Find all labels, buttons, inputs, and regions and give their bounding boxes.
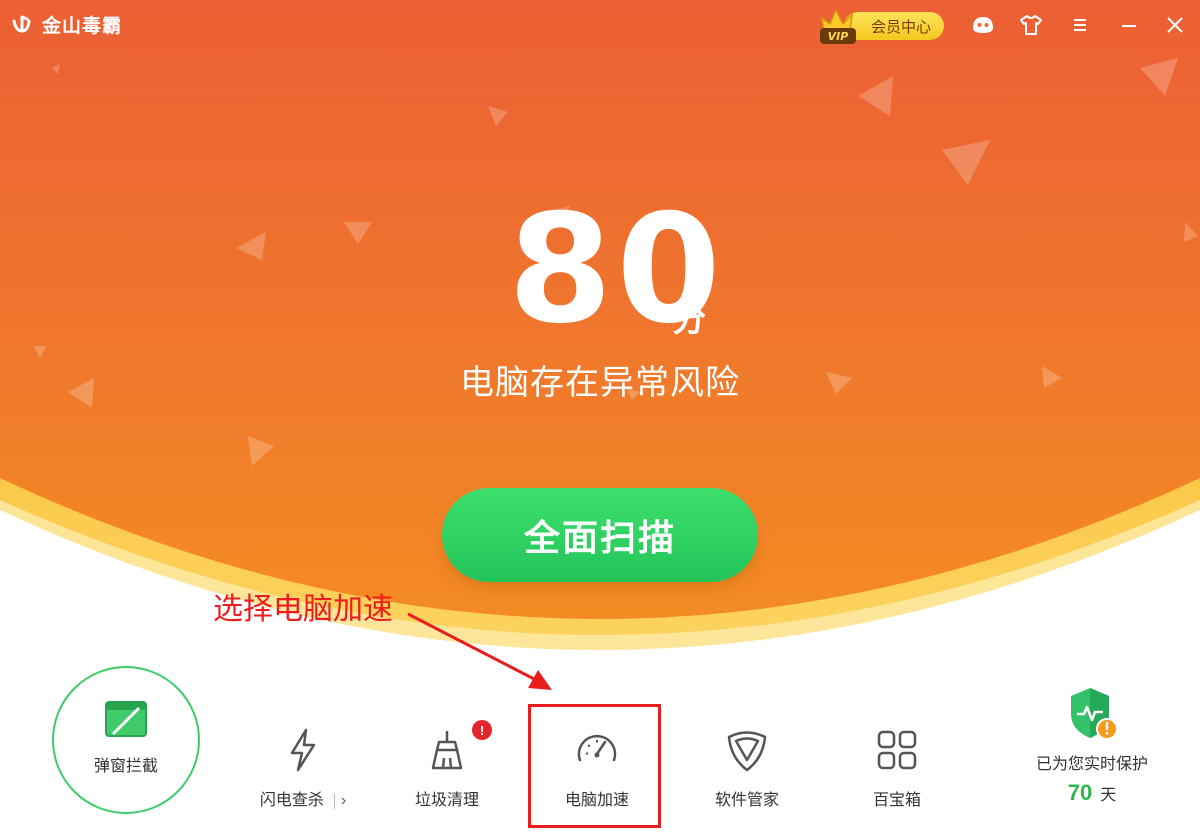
protection-days-unit: 天 [1100,787,1117,804]
annotation-text: 选择电脑加速 [213,593,393,626]
separator [333,792,335,809]
vip-crown-icon: VIP [820,8,856,44]
minimize-icon [1122,25,1136,27]
junk-clean-label: 垃圾清理 [414,792,479,809]
protection-days: 70 [1067,780,1093,805]
lightning-icon [290,728,316,772]
full-scan-button[interactable]: 全面扫描 [442,488,758,582]
robot-icon [973,17,993,33]
software-manager-shield-icon [727,731,767,772]
app-title: 金山毒霸 [42,16,123,37]
grid-icon [877,730,917,770]
pc-speedup-button[interactable]: 电脑加速 [542,726,652,816]
robot-button[interactable] [970,12,996,38]
skin-button[interactable] [1018,12,1044,38]
popup-block-button[interactable]: 弹窗拦截 [52,666,200,814]
risk-status-text: 电脑存在异常风险 [460,364,740,402]
score-unit: 分 [672,301,706,339]
tshirt-icon [1020,15,1042,35]
chevron-right-icon[interactable]: › [341,792,346,809]
pc-speedup-label: 电脑加速 [564,792,629,809]
flash-scan-button[interactable]: 闪电查杀 › [248,726,358,816]
protection-text: 已为您实时保护 [1035,756,1148,773]
protection-status[interactable]: 已为您实时保护 70 天 [1022,686,1162,806]
vip-center-button[interactable]: 会员中心 VIP [816,4,946,44]
broom-icon [431,731,463,770]
popup-block-icon [105,701,147,737]
speedometer-icon [577,734,617,762]
software-manager-button[interactable]: 软件管家 [692,726,802,816]
menu-button[interactable] [1067,12,1093,38]
minimize-button[interactable] [1116,12,1142,38]
close-button[interactable] [1162,12,1188,38]
protection-shield-icon [1071,688,1118,740]
menu-icon [1074,19,1086,31]
title-bar: 金山毒霸 会员中心 VIP [0,0,1200,50]
junk-clean-alert-badge: ! [472,720,492,740]
popup-block-label: 弹窗拦截 [93,758,158,775]
kingsoft-logo-icon [12,15,31,33]
toolbox-label: 百宝箱 [872,792,921,809]
toolbox-button[interactable]: 百宝箱 [842,726,952,816]
vip-badge-text: VIP [828,30,849,43]
flash-scan-label: 闪电查杀 [259,792,324,809]
app-logo: 金山毒霸 [10,11,122,38]
main-window: 金山毒霸 会员中心 VIP 80 分 电脑存在异常风险 全面扫描 选择电脑加速 … [0,0,1200,840]
close-icon [1167,17,1183,33]
junk-clean-button[interactable]: 垃圾清理 ! [392,720,502,816]
software-manager-label: 软件管家 [714,792,779,809]
